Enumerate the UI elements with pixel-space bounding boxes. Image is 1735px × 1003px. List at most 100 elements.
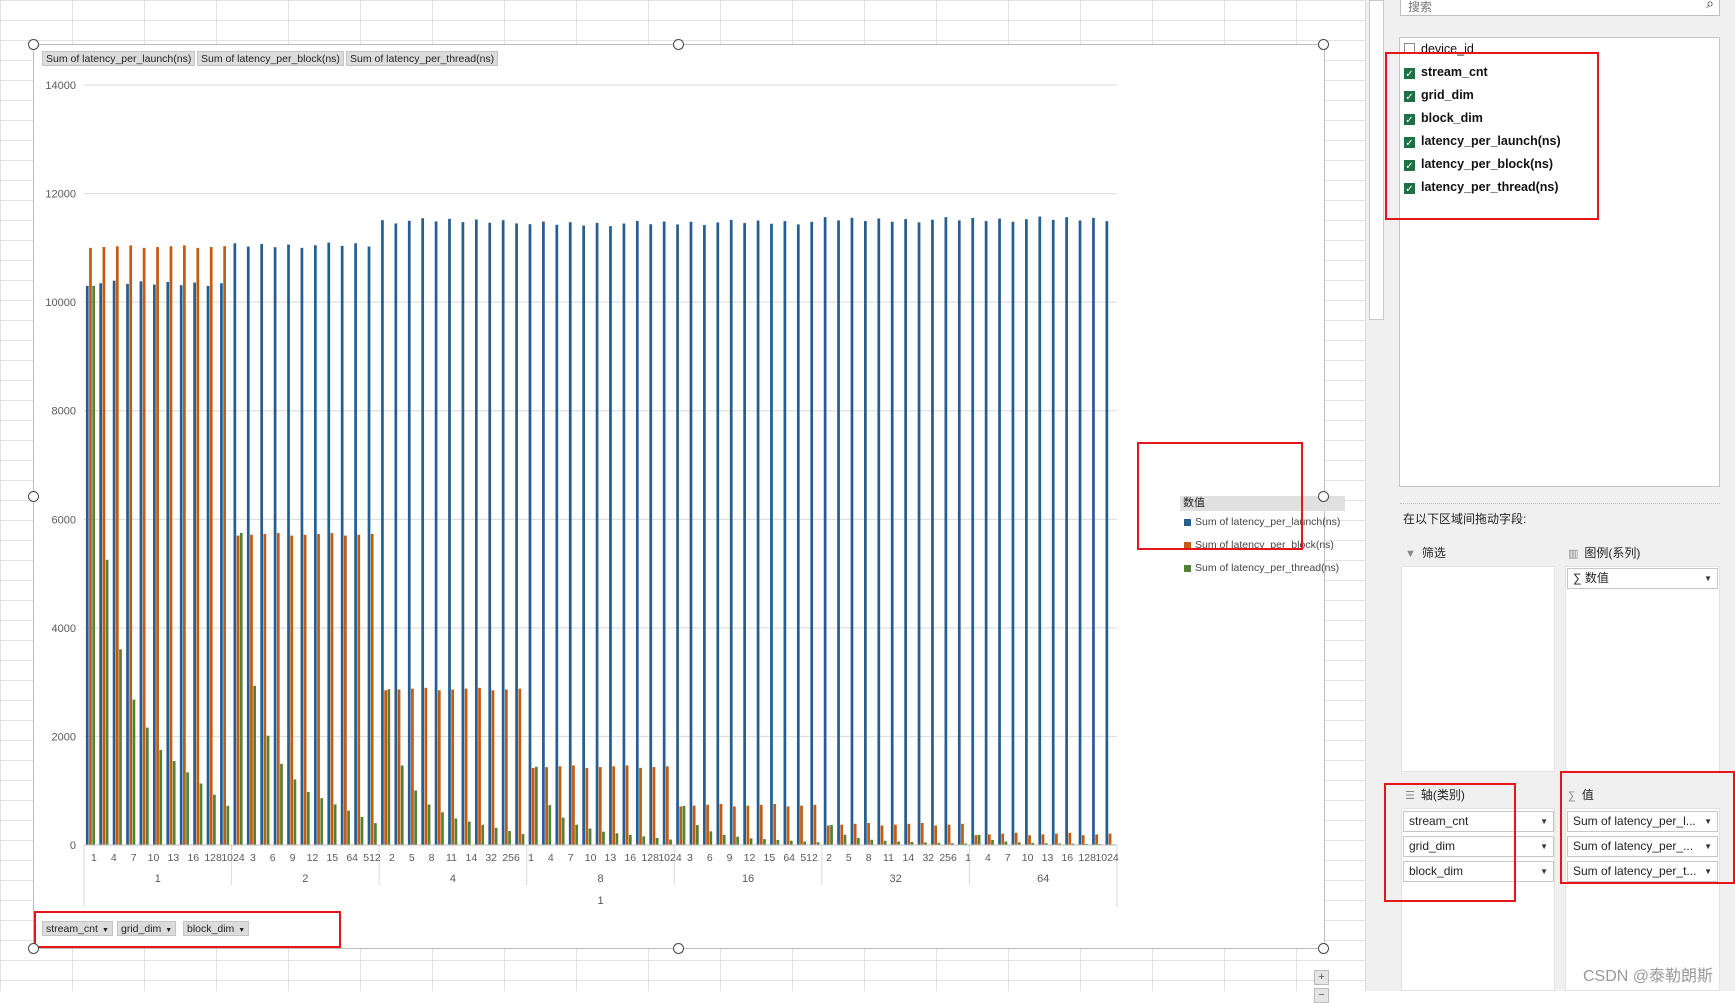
bar-launch	[609, 226, 612, 845]
bar-thread	[521, 834, 525, 845]
bar-block	[156, 247, 159, 846]
resize-handle-right[interactable]	[1318, 491, 1329, 502]
bar-block	[330, 533, 334, 845]
grid-dim-label: 32	[890, 873, 902, 885]
value-field-button-thread[interactable]: Sum of latency_per_thread(ns)	[346, 51, 499, 66]
bar-thread	[830, 824, 833, 845]
block-dim-tick-label: 256	[502, 852, 520, 864]
bar-block	[1108, 833, 1112, 845]
bar-thread	[333, 804, 337, 845]
bar-launch	[461, 222, 465, 845]
bar-launch	[515, 223, 518, 845]
pivot-chart[interactable]: 0 2000 4000 6000 8000 10000 12000 14000 1 2 4 8 16 32…	[33, 44, 1345, 1003]
bar-launch	[501, 220, 505, 846]
bar-launch	[407, 220, 411, 845]
bar-thread	[213, 794, 216, 845]
bar-thread	[602, 831, 605, 845]
bar-block	[826, 825, 830, 845]
bar-block	[987, 834, 991, 845]
resize-handle-bottom-right[interactable]	[1318, 943, 1329, 954]
block-dim-tick-label: 10	[1022, 852, 1034, 864]
grid-dim-label: 4	[450, 873, 456, 885]
scrollbar-thumb[interactable]	[1369, 0, 1384, 320]
value-field-button-block[interactable]: Sum of latency_per_block(ns)	[197, 51, 344, 66]
bar-block	[1068, 832, 1072, 845]
bar-block	[733, 806, 736, 845]
bar-thread	[615, 833, 619, 845]
resize-handle-top[interactable]	[673, 39, 684, 50]
block-dim-tick-label: 4	[548, 852, 554, 864]
resize-handle-left[interactable]	[28, 491, 39, 502]
bar-block	[276, 533, 280, 845]
bar-block	[853, 823, 857, 845]
bar-launch	[327, 242, 331, 845]
bar-block	[209, 247, 213, 846]
bar-block	[196, 247, 200, 846]
bar-launch	[864, 221, 867, 846]
block-dim-tick-label: 1	[528, 852, 534, 864]
bar-block	[974, 835, 978, 845]
bar-block	[223, 246, 226, 846]
block-dim-tick-label: 256	[939, 852, 957, 864]
bar-block	[572, 765, 575, 845]
bar-launch	[193, 282, 196, 846]
bar-launch	[1051, 219, 1055, 846]
y-tick-label: 0	[70, 840, 76, 852]
block-dim-tick-label: 512	[800, 852, 818, 864]
bar-launch	[126, 283, 129, 845]
collapse-field-button[interactable]: −	[1314, 988, 1329, 1003]
bar-launch	[716, 222, 720, 845]
bar-thread	[494, 827, 498, 845]
bar-thread	[266, 735, 270, 845]
resize-handle-bottom-left[interactable]	[28, 943, 39, 954]
bar-block	[1028, 835, 1031, 845]
bar-thread	[776, 839, 780, 845]
legend-series-area[interactable]: ∑ 数值 ▼	[1565, 566, 1720, 772]
bar-thread	[722, 834, 726, 845]
resize-handle-top-right[interactable]	[1318, 39, 1329, 50]
bar-block	[612, 766, 616, 845]
bar-thread	[763, 839, 766, 845]
bar-thread	[642, 836, 646, 845]
bar-block	[867, 823, 870, 845]
bar-thread	[575, 824, 578, 845]
resize-handle-top-left[interactable]	[28, 39, 39, 50]
block-dim-tick-label: 13	[168, 852, 180, 864]
bar-launch	[622, 223, 626, 846]
grid-dim-label: 1	[155, 873, 161, 885]
legend-item-thread[interactable]: Sum of latency_per_thread(ns)	[1184, 562, 1339, 574]
bar-thread	[441, 812, 444, 845]
bar-block	[357, 534, 361, 845]
expand-field-button[interactable]: +	[1314, 970, 1329, 985]
filters-area[interactable]	[1401, 566, 1555, 772]
search-icon[interactable]: ⌕	[1706, 0, 1714, 12]
dropdown-arrow-icon: ▼	[1540, 842, 1548, 851]
bar-launch	[99, 283, 103, 845]
y-tick-label: 4000	[52, 623, 76, 635]
bar-launch	[139, 281, 143, 845]
block-dim-tick-label: 1024	[221, 852, 245, 864]
bar-launch	[273, 247, 277, 845]
bar-block	[411, 688, 414, 845]
block-dim-tick-label: 128	[641, 852, 659, 864]
bar-thread	[239, 532, 243, 845]
bar-launch	[300, 247, 304, 846]
bar-launch	[931, 219, 934, 846]
bar-block	[129, 245, 133, 845]
bar-launch	[756, 220, 760, 845]
resize-handle-bottom[interactable]	[673, 943, 684, 954]
bar-launch	[260, 243, 264, 845]
block-dim-tick-label: 3	[250, 852, 256, 864]
field-search-input[interactable]: 搜索 ⌕	[1400, 0, 1720, 16]
grid-dim-label: 8	[597, 873, 603, 885]
block-dim-tick-label: 10	[585, 852, 597, 864]
bar-block	[290, 535, 294, 845]
bar-launch	[179, 285, 183, 845]
bar-block	[692, 805, 696, 845]
worksheet-vertical-scrollbar[interactable]	[1365, 0, 1386, 991]
legend-series-item-values[interactable]: ∑ 数值 ▼	[1567, 568, 1718, 589]
bar-thread	[709, 831, 713, 845]
block-dim-tick-label: 15	[326, 852, 338, 864]
value-field-button-launch[interactable]: Sum of latency_per_launch(ns)	[42, 51, 196, 66]
bar-block	[424, 687, 428, 845]
